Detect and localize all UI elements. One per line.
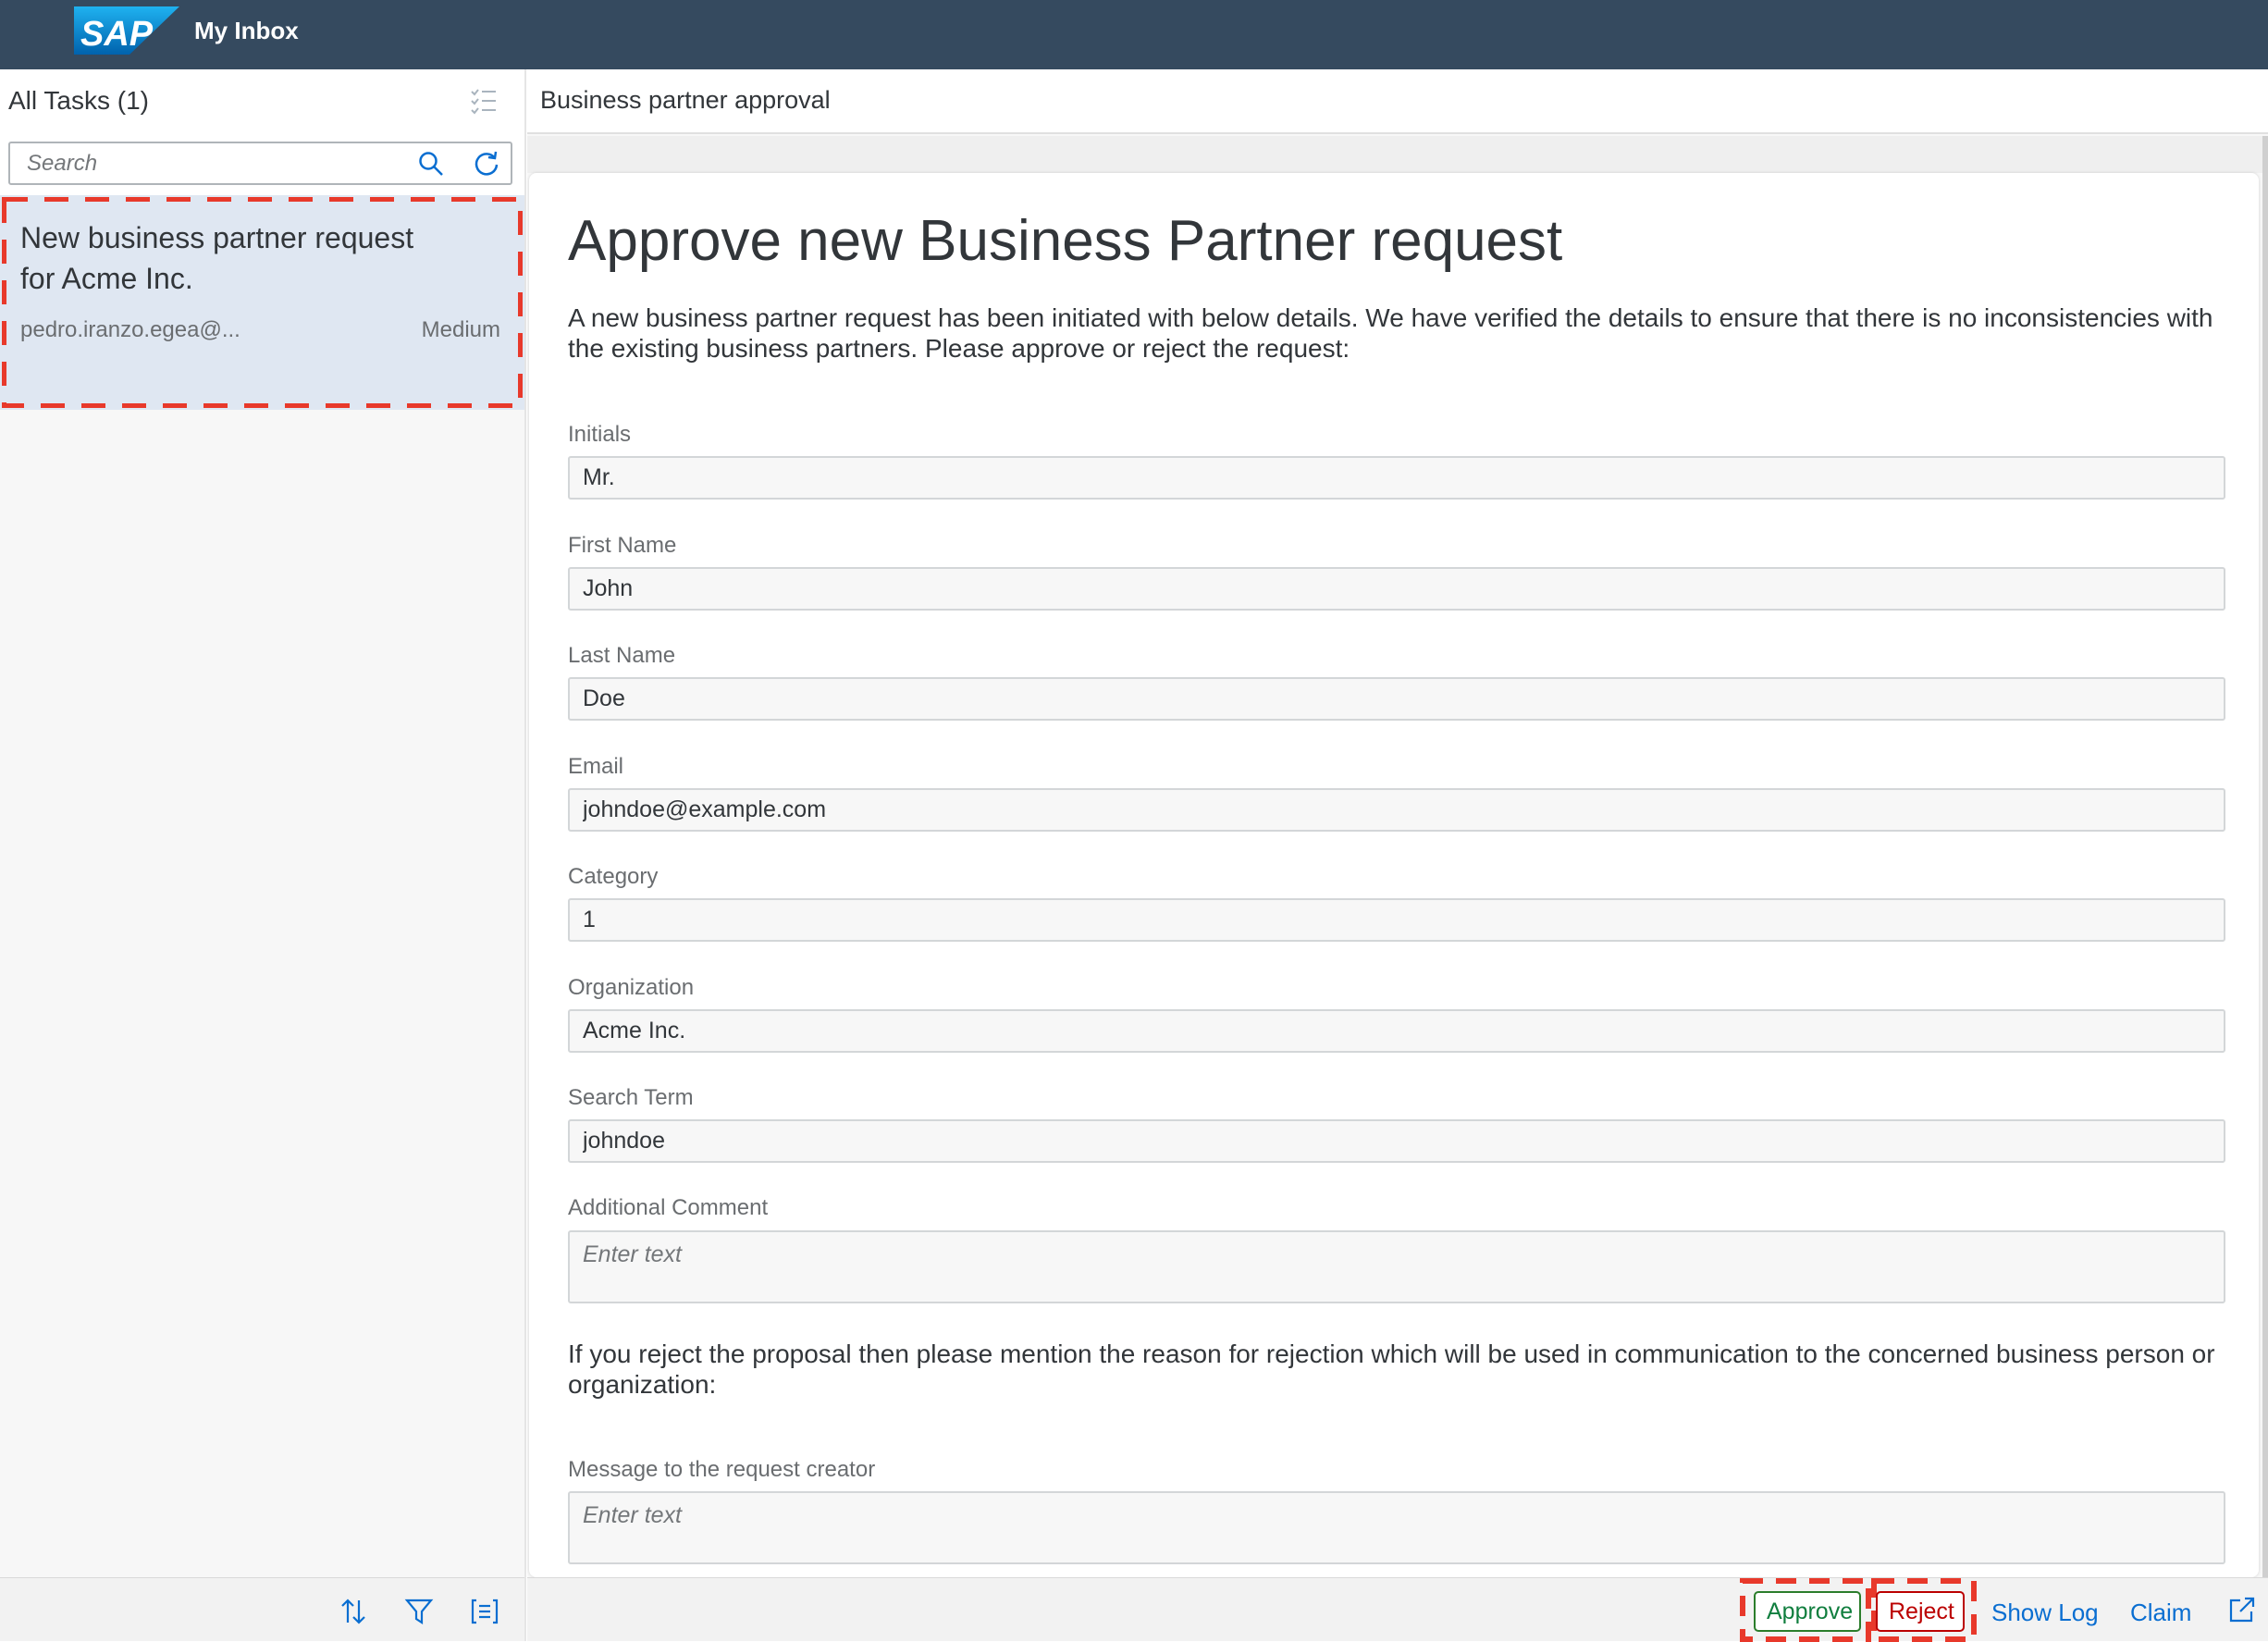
logo-text: SAP — [80, 15, 154, 54]
detail-title: Business partner approval — [540, 86, 831, 114]
search-term-field[interactable] — [568, 1119, 2225, 1163]
last-name-label: Last Name — [568, 643, 676, 668]
form-heading: Approve new Business Partner request — [568, 209, 1563, 273]
first-name-field[interactable] — [568, 567, 2225, 611]
first-name-label: First Name — [568, 533, 677, 558]
scrollbar[interactable] — [2262, 136, 2268, 1577]
reject-button[interactable]: Reject — [1876, 1591, 1965, 1632]
organization-label: Organization — [568, 975, 695, 1000]
task-title: New business partner request for Acme In… — [20, 221, 414, 295]
form-intro: A new business partner request has been … — [568, 303, 2213, 363]
last-name-field[interactable] — [568, 677, 2225, 721]
email-label: Email — [568, 754, 624, 779]
app-title[interactable]: My Inbox — [194, 17, 299, 45]
search-box — [8, 142, 512, 185]
shell-bar: SAP My Inbox — [0, 0, 2268, 69]
task-form: Approve new Business Partner request A n… — [529, 173, 2259, 1577]
action-footer: Approve Reject Show Log Claim — [527, 1577, 2268, 1642]
organization-field[interactable] — [568, 1009, 2225, 1053]
refresh-icon[interactable] — [473, 150, 500, 178]
task-priority: Medium — [421, 317, 500, 342]
task-list-footer — [0, 1577, 524, 1641]
search-icon[interactable] — [417, 150, 445, 178]
detail-background — [527, 136, 2268, 173]
search-term-label: Search Term — [568, 1085, 694, 1110]
task-list-panel: All Tasks (1) New business partne — [0, 69, 526, 1641]
show-log-button[interactable]: Show Log — [1991, 1599, 2099, 1627]
additional-comment-field[interactable] — [568, 1230, 2225, 1303]
task-list-title: All Tasks (1) — [8, 86, 149, 115]
approve-button[interactable]: Approve — [1754, 1591, 1861, 1632]
category-field[interactable] — [568, 898, 2225, 942]
initials-label: Initials — [568, 422, 632, 447]
reject-note: If you reject the proposal then please m… — [568, 1340, 2215, 1399]
search-input[interactable] — [27, 143, 397, 183]
category-label: Category — [568, 864, 659, 889]
initials-field[interactable] — [568, 456, 2225, 500]
message-field[interactable] — [568, 1491, 2225, 1564]
task-creator: pedro.iranzo.egea@... — [20, 317, 240, 342]
sort-icon[interactable] — [339, 1597, 368, 1626]
search-bar — [0, 134, 524, 195]
detail-header: Business partner approval — [527, 69, 2268, 134]
filter-icon[interactable] — [404, 1597, 434, 1626]
additional-comment-label: Additional Comment — [568, 1195, 769, 1220]
open-in-new-window-icon[interactable] — [2227, 1595, 2257, 1624]
group-icon[interactable] — [470, 1597, 499, 1626]
claim-button[interactable]: Claim — [2130, 1599, 2191, 1627]
email-field[interactable] — [568, 788, 2225, 832]
message-label: Message to the request creator — [568, 1457, 876, 1482]
task-detail-panel: Business partner approval Approve new Bu… — [527, 69, 2268, 1642]
sap-logo[interactable]: SAP — [74, 6, 179, 55]
task-list-header: All Tasks (1) — [0, 69, 524, 134]
task-list-item[interactable]: New business partner request for Acme In… — [0, 195, 524, 410]
multi-select-icon[interactable] — [469, 86, 499, 116]
